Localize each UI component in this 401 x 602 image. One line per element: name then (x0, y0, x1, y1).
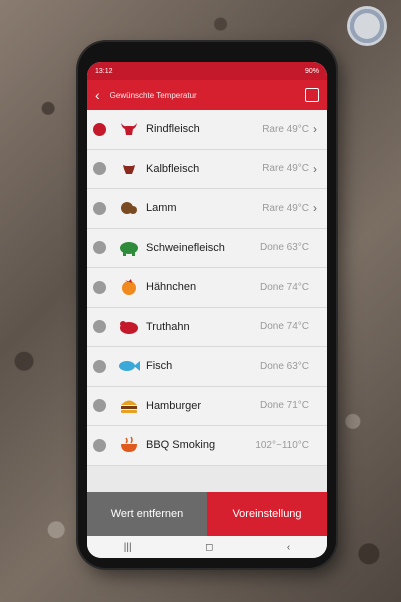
app-titles: Gewünschte Temperatur (110, 91, 197, 100)
meat-name: Schweinefleisch (146, 241, 225, 254)
meat-name: BBQ Smoking (146, 439, 216, 452)
chevron-right-icon[interactable]: › (313, 122, 323, 136)
calf-icon (118, 160, 140, 178)
page-title: Gewünschte Temperatur (109, 90, 197, 100)
status-bar: 13:12 90% (87, 62, 327, 80)
target-temperature: Done 71°C (259, 400, 309, 412)
burger-icon (118, 397, 140, 415)
selection-radio[interactable] (93, 359, 106, 373)
meat-name: Fisch (146, 360, 173, 373)
meat-row-lamm[interactable]: Lamm Rare 49°C › (87, 189, 327, 229)
target-temperature: Done 74°C (259, 281, 309, 293)
selection-radio[interactable] (93, 241, 106, 255)
turkey-icon (118, 318, 140, 336)
recent-apps-icon[interactable]: ||| (124, 542, 132, 553)
remove-value-button[interactable]: Wert entfernen (87, 492, 207, 536)
chevron-right-icon[interactable]: › (313, 162, 323, 176)
target-temperature: Done 63°C (259, 242, 309, 254)
android-nav-bar: ||| ◻ ‹ (87, 536, 327, 558)
selection-radio[interactable] (93, 399, 106, 413)
status-time: 13:12 (95, 67, 113, 75)
target-temperature: Done 63°C (259, 360, 309, 372)
fish-icon (118, 357, 140, 375)
lamb-icon (118, 199, 140, 217)
meat-row-bbq-smoking[interactable]: BBQ Smoking 102°~110°C (87, 426, 327, 466)
edit-icon[interactable] (305, 88, 319, 102)
chicken-icon (118, 278, 140, 296)
selection-radio[interactable] (93, 280, 106, 294)
meat-name: Hähnchen (146, 281, 197, 294)
smartphone: 13:12 90% ‹ Gewünschte Temperatur Rindfl… (78, 42, 336, 568)
meat-name: Kalbfleisch (146, 162, 200, 175)
meat-name: Hamburger (146, 399, 202, 412)
meat-row-kalbfleisch[interactable]: Kalbfleisch Rare 49°C › (87, 150, 327, 189)
meat-name: Rindfleisch (146, 123, 200, 136)
back-nav-icon[interactable]: ‹ (287, 542, 290, 553)
preset-button[interactable]: Voreinstellung (207, 492, 327, 536)
status-battery: 90% (304, 67, 319, 75)
target-temperature: Rare 49°C (262, 202, 309, 214)
target-temperature: 102°~110°C (255, 439, 309, 451)
selection-radio[interactable] (93, 201, 106, 215)
target-temperature: Rare 49°C (262, 123, 309, 135)
chevron-right-icon[interactable]: › (313, 201, 323, 215)
selection-radio[interactable] (93, 438, 106, 452)
meat-row-hamburger[interactable]: Hamburger Done 71°C (87, 387, 327, 426)
home-icon[interactable]: ◻ (205, 542, 213, 553)
meat-name: Lamm (146, 202, 177, 215)
bottom-action-bar: Wert entfernen Voreinstellung (87, 492, 327, 536)
pig-icon (118, 239, 140, 257)
target-temperature: Done 74°C (259, 321, 309, 333)
bull-icon (118, 120, 140, 138)
back-arrow-icon[interactable]: ‹ (95, 87, 100, 103)
meat-row-truthahn[interactable]: Truthahn Done 74°C (87, 308, 327, 347)
meat-row-rindfleisch[interactable]: Rindfleisch Rare 49°C › (87, 110, 327, 150)
meat-row-schweinefleisch[interactable]: Schweinefleisch Done 63°C (87, 229, 327, 268)
meat-row-fisch[interactable]: Fisch Done 63°C (87, 347, 327, 387)
bbq-icon (118, 436, 140, 454)
meat-name: Truthahn (146, 320, 190, 333)
selection-radio[interactable] (93, 122, 106, 136)
selection-radio[interactable] (93, 162, 106, 176)
watermark-stamp (347, 6, 387, 46)
selection-radio[interactable] (93, 320, 106, 334)
meat-row-h-hnchen[interactable]: Hähnchen Done 74°C (87, 268, 327, 308)
meat-list: Rindfleisch Rare 49°C › Kalbfleisch Rare 49°… (87, 110, 327, 466)
phone-screen: 13:12 90% ‹ Gewünschte Temperatur Rindfl… (87, 62, 327, 558)
app-bar: ‹ Gewünschte Temperatur (87, 80, 327, 110)
target-temperature: Rare 49°C (262, 163, 309, 175)
